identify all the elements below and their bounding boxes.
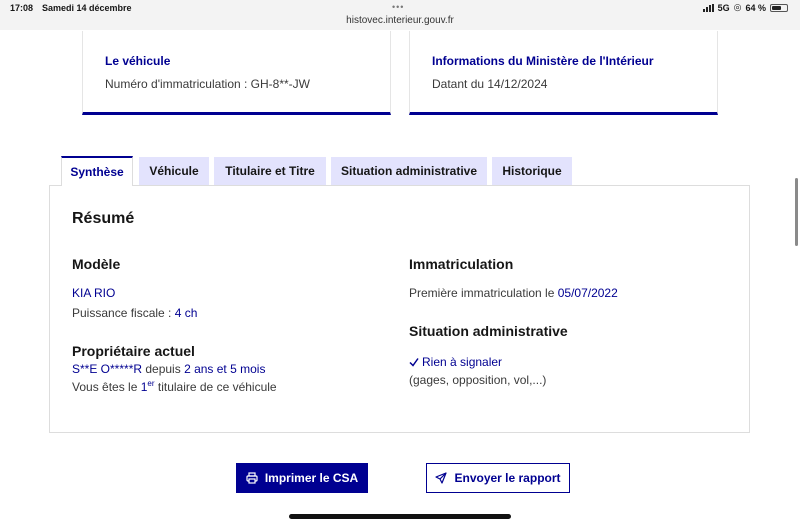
ios-status-bar: 17:08 Samedi 14 décembre ••• histovec.in… [0, 0, 800, 30]
ministry-card-title: Informations du Ministère de l'Intérieur [432, 54, 654, 68]
send-report-button[interactable]: Envoyer le rapport [426, 463, 570, 493]
address-bar-url[interactable]: histovec.interieur.gouv.fr [0, 15, 800, 26]
owner-since-label: depuis [142, 362, 185, 376]
owner-rank-prefix: Vous êtes le [72, 380, 141, 394]
check-icon [409, 358, 419, 367]
vehicle-card-title: Le véhicule [105, 54, 171, 68]
first-registration-label: Première immatriculation le [409, 286, 558, 300]
model-heading: Modèle [72, 256, 121, 272]
owner-name: S**E O*****R [72, 362, 143, 376]
tab-historique[interactable]: Historique [492, 157, 572, 185]
owner-heading: Propriétaire actuel [72, 343, 195, 359]
admin-status-details: (gages, opposition, vol,...) [409, 373, 547, 387]
tab-situation-administrative[interactable]: Situation administrative [331, 157, 487, 185]
print-csa-button[interactable]: Imprimer le CSA [236, 463, 368, 493]
tab-titulaire-titre[interactable]: Titulaire et Titre [214, 157, 326, 185]
registration-number: Numéro d'immatriculation : GH-8**-JW [105, 77, 311, 91]
send-icon [435, 472, 448, 484]
admin-status: Rien à signaler [409, 355, 502, 369]
status-time: 17:08 [10, 3, 34, 13]
fiscal-power-value: 4 ch [174, 306, 198, 320]
status-date: Samedi 14 décembre [42, 3, 132, 13]
battery-percent: 64 % [745, 2, 766, 13]
summary-title: Résumé [72, 210, 135, 227]
network-type: 5G [717, 2, 730, 13]
page-scrollbar[interactable] [795, 178, 798, 246]
fiscal-power: Puissance fiscale : 4 ch [72, 306, 197, 320]
admin-situation-heading: Situation administrative [409, 323, 568, 339]
model-name: KIA RIO [72, 286, 116, 300]
owner-rank: Vous êtes le 1er titulaire de ce véhicul… [72, 379, 277, 394]
orientation-lock-icon: ◎ [733, 2, 742, 12]
report-date: Datant du 14/12/2024 [432, 77, 548, 91]
cellular-signal-icon [702, 3, 714, 12]
print-csa-label: Imprimer le CSA [264, 471, 359, 485]
owner-line: S**E O*****R depuis 2 ans et 5 mois [72, 362, 265, 376]
home-indicator[interactable] [289, 514, 511, 519]
owner-rank-text: titulaire de ce véhicule [154, 380, 277, 394]
registration-heading: Immatriculation [409, 256, 514, 272]
admin-status-text: Rien à signaler [422, 355, 503, 369]
vehicle-card: Le véhicule Numéro d'immatriculation : G… [82, 31, 391, 115]
first-registration: Première immatriculation le 05/07/2022 [409, 286, 618, 300]
ministry-card: Informations du Ministère de l'Intérieur… [409, 31, 718, 115]
tab-synthese[interactable]: Synthèse [61, 156, 133, 186]
printer-icon [246, 472, 258, 484]
battery-icon [770, 3, 788, 12]
send-report-label: Envoyer le rapport [454, 471, 561, 485]
owner-rank-number: 1er [140, 379, 155, 394]
first-registration-date: 05/07/2022 [557, 286, 618, 300]
more-dots-icon[interactable]: ••• [392, 2, 404, 12]
fiscal-power-label: Puissance fiscale : [72, 306, 175, 320]
tab-vehicule[interactable]: Véhicule [139, 157, 209, 185]
owner-duration: 2 ans et 5 mois [184, 362, 266, 376]
status-right: 5G ◎ 64 % [702, 2, 788, 13]
